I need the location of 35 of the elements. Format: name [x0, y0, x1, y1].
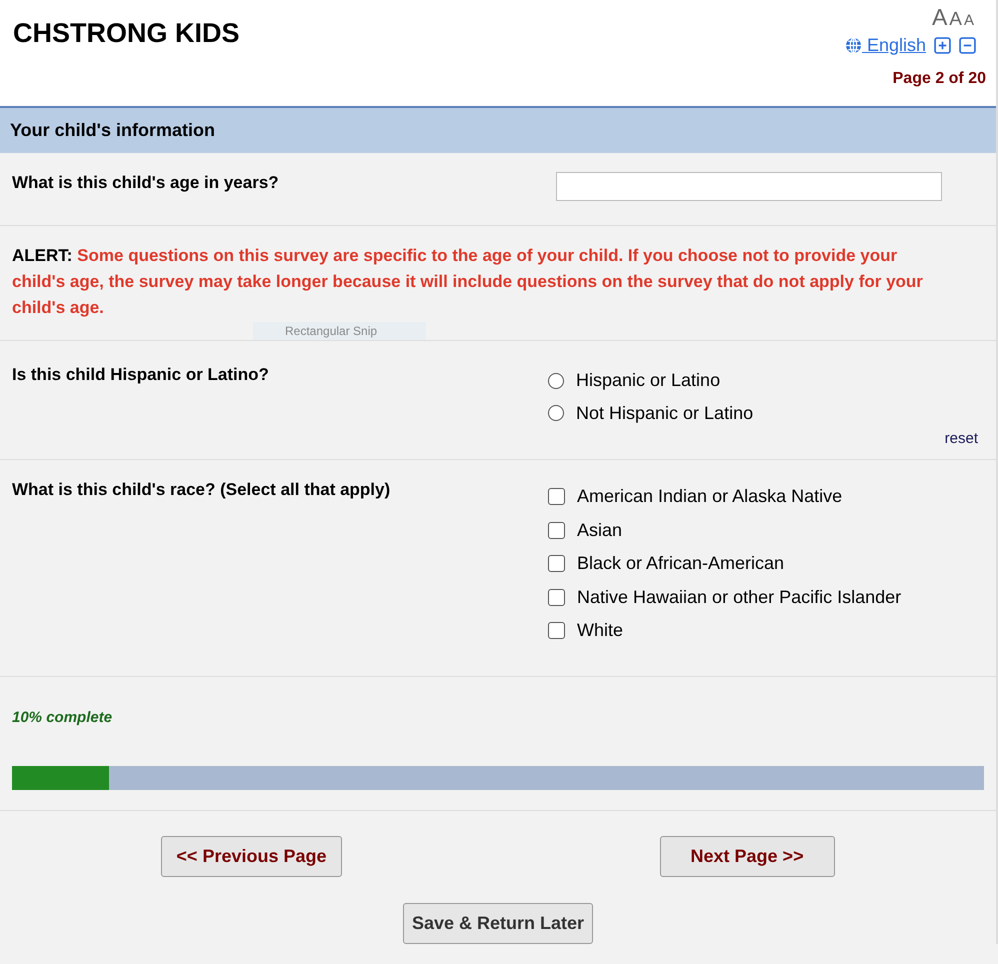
save-return-button[interactable]: Save & Return Later: [402, 903, 594, 944]
option-label[interactable]: Black or African-American: [577, 553, 784, 574]
option-label[interactable]: Hispanic or Latino: [576, 370, 720, 392]
checkbox[interactable]: [548, 488, 565, 506]
language-link[interactable]: English: [844, 35, 926, 56]
font-size-link[interactable]: A: [964, 12, 974, 29]
checkbox[interactable]: [548, 522, 565, 539]
section-header: Your child's information: [0, 108, 996, 153]
option-label[interactable]: Asian: [577, 520, 622, 541]
page-indicator: Page 2 of 20: [892, 70, 986, 88]
option-label[interactable]: White: [577, 620, 624, 642]
question-label: Is this child Hispanic or Latino?: [11, 365, 270, 386]
progress-label: 10% complete: [12, 709, 114, 726]
question-label: What is this child's age in years?: [11, 173, 280, 193]
question-label: What is this child's race? (Select all that apply): [11, 480, 392, 501]
age-input-field[interactable]: [556, 172, 942, 200]
alert-text: ALERT: Some questions on this survey are specific to the age of your child. If you choose not to provide your child's age, the survey may take longer because it will include questions on the survey that do not apply for your child's age.: [12, 245, 924, 319]
reset-link[interactable]: reset: [944, 430, 978, 447]
site-title: CHSTRONG KIDS: [12, 17, 240, 49]
plus-icon[interactable]: [934, 37, 951, 54]
checkbox[interactable]: [548, 622, 565, 640]
option-label[interactable]: Not Hispanic or Latino: [576, 402, 754, 424]
previous-page-button[interactable]: << Previous Page: [161, 836, 342, 877]
checkbox[interactable]: [548, 588, 565, 606]
globe-icon: [844, 37, 862, 54]
font-size-link[interactable]: A: [932, 4, 948, 31]
next-page-button[interactable]: Next Page >>: [660, 836, 835, 877]
radio-button[interactable]: [548, 405, 564, 422]
checkbox[interactable]: [548, 555, 565, 572]
option-label[interactable]: American Indian or Alaska Native: [577, 486, 842, 508]
option-label[interactable]: Native Hawaiian or other Pacific Islander: [577, 586, 902, 608]
minus-icon[interactable]: [959, 37, 976, 54]
font-size-link[interactable]: A: [949, 9, 962, 31]
radio-button[interactable]: [548, 372, 564, 389]
tooltip: Rectangular Snip: [253, 322, 426, 340]
